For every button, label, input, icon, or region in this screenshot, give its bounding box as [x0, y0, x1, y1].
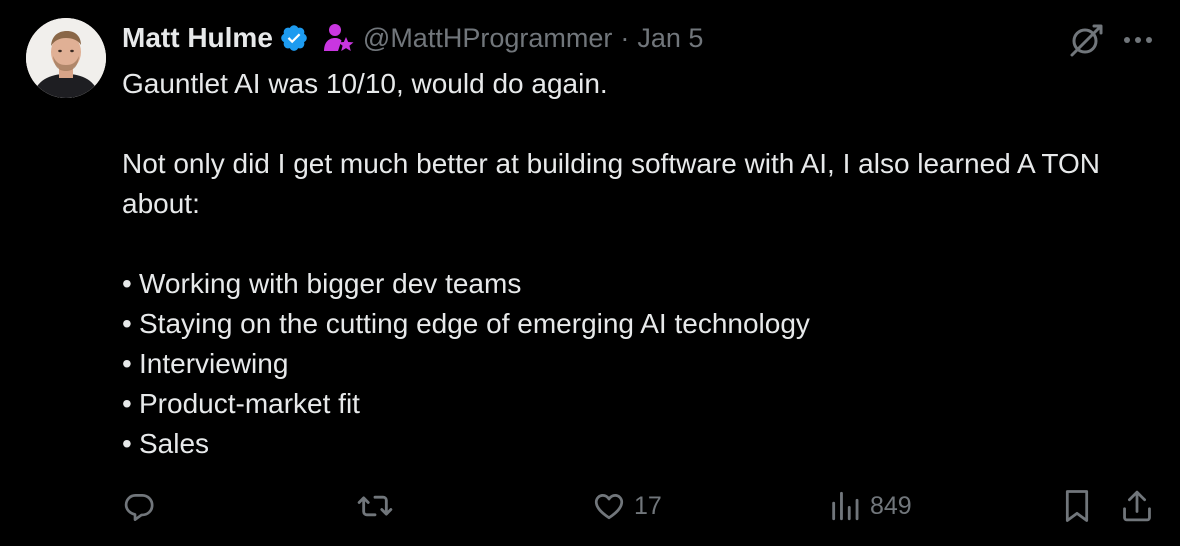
bullet-marker: •: [122, 268, 132, 299]
list-item: • Working with bigger dev teams: [122, 264, 1162, 304]
reply-icon: [124, 494, 154, 521]
avatar[interactable]: [26, 18, 106, 98]
bullet-list: • Working with bigger dev teams • Staying …: [122, 264, 1162, 464]
reply-button[interactable]: [122, 484, 164, 528]
bullet-marker: •: [122, 348, 132, 379]
verified-badge-icon[interactable]: [279, 23, 309, 53]
author-display-name[interactable]: Matt Hulme: [122, 22, 273, 54]
bullet-text: Product-market fit: [139, 388, 360, 419]
share-icon: [1123, 490, 1151, 522]
bullet-text: Interviewing: [139, 348, 289, 379]
bookmark-button[interactable]: [1060, 484, 1094, 528]
heart-icon: [594, 494, 624, 520]
bullet-text: Sales: [139, 428, 210, 459]
views-button[interactable]: 849: [828, 484, 912, 528]
views-count: 849: [870, 491, 912, 520]
tweet-header: Matt Hulme @MattHProgrammer · Jan 5: [122, 18, 703, 58]
tweet[interactable]: Matt Hulme @MattHProgrammer · Jan 5 Gaun…: [0, 0, 1180, 546]
list-item: • Sales: [122, 424, 1162, 464]
avatar-image: [26, 18, 106, 98]
bullet-text: Staying on the cutting edge of emerging …: [139, 308, 810, 339]
header-separator: ·: [620, 22, 630, 53]
list-item: • Product-market fit: [122, 384, 1162, 424]
bullet-marker: •: [122, 388, 132, 419]
list-item: • Staying on the cutting edge of emerging…: [122, 304, 1162, 344]
author-handle[interactable]: @MattHProgrammer: [363, 23, 612, 54]
retweet-button[interactable]: [356, 484, 402, 528]
tweet-text-line-2: Not only did I get much better at buildi…: [122, 148, 1100, 219]
grok-icon[interactable]: [1066, 20, 1106, 60]
bullet-marker: •: [122, 308, 132, 339]
action-bar: 17 849: [122, 484, 1172, 528]
share-button[interactable]: [1120, 484, 1154, 528]
bookmark-icon: [1065, 490, 1089, 522]
bullet-marker: •: [122, 428, 132, 459]
like-count: 17: [634, 491, 662, 520]
affiliate-badge-icon[interactable]: [321, 21, 355, 55]
retweet-icon: [357, 495, 393, 517]
like-button[interactable]: 17: [592, 484, 662, 528]
views-icon: [832, 491, 859, 521]
tweet-text-line-1: Gauntlet AI was 10/10, would do again.: [122, 68, 608, 99]
tweet-text: Gauntlet AI was 10/10, would do again. N…: [122, 64, 1162, 464]
tweet-date[interactable]: Jan 5: [637, 23, 703, 54]
bullet-text: Working with bigger dev teams: [139, 268, 522, 299]
list-item: • Interviewing: [122, 344, 1162, 384]
more-icon[interactable]: [1118, 22, 1158, 58]
